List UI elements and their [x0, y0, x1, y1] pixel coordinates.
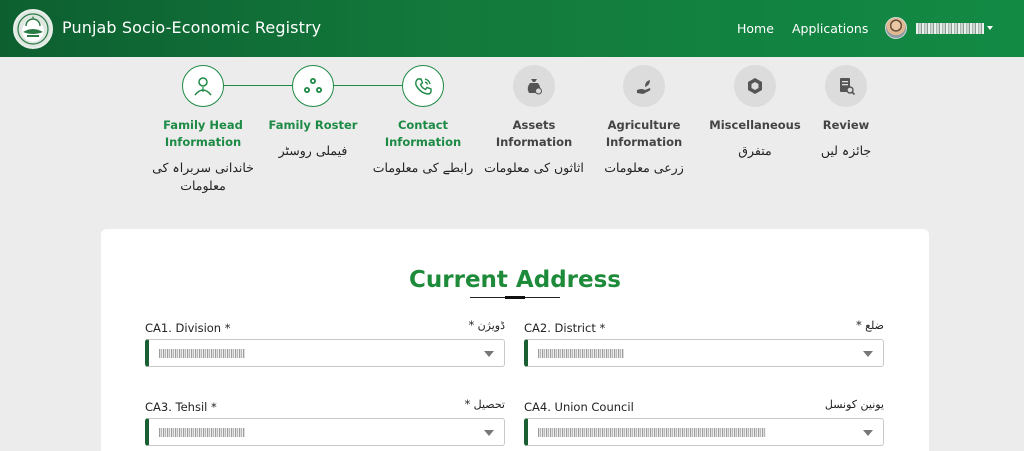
chevron-down-icon [863, 351, 873, 357]
union-council-label: CA4. Union Council [524, 400, 634, 414]
step-label: Family Head Information [163, 118, 243, 149]
step-label: Contact Information [384, 118, 462, 149]
step-urdu-label: جائزہ لیں [820, 143, 872, 158]
nav-applications-link[interactable]: Applications [792, 21, 868, 36]
step-label: Agriculture Information [605, 118, 683, 149]
form-progress-stepper: Family Head Information خاندانی سربراہ ک… [0, 57, 1024, 227]
union-council-urdu-label: یونین کونسل [824, 398, 884, 411]
division-label: CA1. Division * [145, 321, 231, 335]
division-selected-value-redacted [159, 349, 245, 358]
step-review[interactable]: Review جائزہ لیں [791, 65, 901, 160]
step-family-roster[interactable]: Family Roster فیملی روسٹر [258, 65, 368, 160]
group-icon [292, 65, 334, 107]
step-assets-information[interactable]: Assets Information اثاثوں کی معلومات [479, 65, 589, 177]
district-selected-value-redacted [538, 349, 624, 358]
district-urdu-label: ضلع * [856, 319, 884, 332]
step-contact-information[interactable]: Contact Information رابطے کی معلومات [368, 65, 478, 177]
district-select[interactable] [524, 339, 884, 367]
step-label: Family Roster [268, 118, 358, 132]
union-council-select[interactable] [524, 418, 884, 446]
step-urdu-label: اثاثوں کی معلومات [484, 160, 584, 175]
hand-plant-icon [623, 65, 665, 107]
username-redacted[interactable] [916, 23, 984, 34]
step-label: Review [822, 118, 870, 132]
nav-home-link[interactable]: Home [737, 21, 774, 36]
tehsil-selected-value-redacted [159, 428, 245, 437]
user-menu-chevron-down-icon[interactable] [987, 26, 993, 30]
step-urdu-label: فیملی روسٹر [278, 143, 348, 158]
step-agriculture-information[interactable]: Agriculture Information زرعی معلومات [589, 65, 699, 177]
union-council-selected-value-redacted [538, 428, 766, 437]
money-bag-icon [513, 65, 555, 107]
step-urdu-label: زرعی معلومات [604, 160, 684, 175]
document-search-icon [825, 65, 867, 107]
punjab-logo-icon[interactable] [13, 9, 53, 49]
user-avatar[interactable] [885, 17, 907, 39]
section-title: Current Address [409, 267, 621, 293]
step-urdu-label: خاندانی سربراہ کی معلومات [152, 160, 254, 193]
division-urdu-label: ڈویژن * [468, 319, 505, 332]
title-underline-accent [505, 296, 525, 299]
step-urdu-label: رابطے کی معلومات [372, 160, 474, 175]
phone-icon [402, 65, 444, 107]
chevron-down-icon [863, 430, 873, 436]
address-form-card: Current Address CA1. Division * ڈویژن * … [101, 229, 929, 451]
chevron-down-icon [484, 351, 494, 357]
division-select[interactable] [145, 339, 505, 367]
tehsil-label: CA3. Tehsil * [145, 400, 217, 414]
app-title: Punjab Socio-Economic Registry [62, 18, 322, 37]
chevron-down-icon [484, 430, 494, 436]
district-label: CA2. District * [524, 321, 606, 335]
tehsil-select[interactable] [145, 418, 505, 446]
tehsil-urdu-label: تحصیل * [464, 398, 505, 411]
step-label: Assets Information [495, 118, 573, 149]
step-family-head-information[interactable]: Family Head Information خاندانی سربراہ ک… [148, 65, 258, 195]
top-navbar: Punjab Socio-Economic Registry Home Appl… [0, 0, 1024, 57]
person-icon [182, 65, 224, 107]
cube-icon [734, 65, 776, 107]
